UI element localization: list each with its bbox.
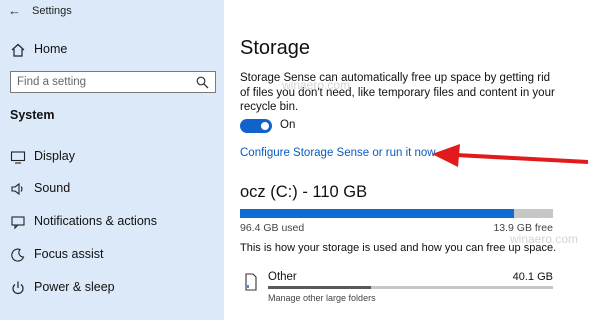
red-arrow-annotation bbox=[432, 144, 589, 167]
usage-hint: This is how your storage is used and how… bbox=[240, 242, 557, 254]
configure-storage-sense-link[interactable]: Configure Storage Sense or run it now bbox=[240, 147, 436, 159]
power-icon bbox=[12, 281, 24, 295]
toggle-knob bbox=[261, 122, 269, 130]
sidebar-item-focus-assist[interactable]: Focus assist bbox=[0, 243, 224, 267]
search-icon[interactable] bbox=[196, 76, 209, 89]
sidebar-item-home[interactable]: Home bbox=[0, 38, 224, 62]
search-input[interactable] bbox=[17, 75, 177, 89]
drive-usage-fill bbox=[240, 209, 514, 218]
title-bar: ← Settings bbox=[0, 0, 224, 22]
used-space-label: 96.4 GB used bbox=[240, 222, 305, 234]
focus-assist-icon bbox=[11, 248, 25, 262]
sidebar-item-label: Notifications & actions bbox=[34, 214, 157, 228]
sidebar-item-display[interactable]: Display bbox=[0, 145, 224, 169]
drive-usage-bar[interactable] bbox=[240, 209, 553, 218]
app-title: Settings bbox=[32, 5, 72, 17]
category-usage-bar bbox=[268, 286, 553, 289]
search-box[interactable] bbox=[10, 71, 216, 93]
category-size: 40.1 GB bbox=[512, 271, 553, 283]
category-usage-fill bbox=[268, 286, 371, 289]
watermark-text: winaero.com bbox=[510, 232, 579, 246]
display-icon bbox=[10, 151, 26, 164]
sidebar-item-sound[interactable]: Sound bbox=[0, 177, 224, 201]
watermark-text: winaero.com bbox=[282, 78, 351, 92]
sidebar-item-power-sleep[interactable]: Power & sleep bbox=[0, 276, 224, 300]
category-name[interactable]: Other bbox=[268, 271, 297, 283]
notifications-icon bbox=[11, 216, 25, 230]
sidebar-item-notifications[interactable]: Notifications & actions bbox=[0, 210, 224, 234]
category-subtitle: Manage other large folders bbox=[268, 293, 376, 303]
section-title: System bbox=[10, 108, 55, 122]
page-title: Storage bbox=[240, 37, 311, 59]
sidebar-item-label: Power & sleep bbox=[34, 280, 115, 294]
sidebar-item-label: Home bbox=[34, 42, 68, 56]
drive-title: ocz (C:) - 110 GB bbox=[240, 183, 368, 201]
back-arrow-icon[interactable]: ← bbox=[8, 3, 26, 19]
home-icon bbox=[11, 43, 25, 57]
sidebar-item-label: Display bbox=[34, 149, 75, 163]
sidebar-item-label: Focus assist bbox=[34, 247, 104, 261]
toggle-state-label: On bbox=[280, 119, 296, 131]
storage-sense-toggle[interactable] bbox=[240, 119, 272, 133]
sound-icon bbox=[11, 182, 23, 196]
sidebar-item-label: Sound bbox=[34, 181, 71, 195]
folder-document-icon[interactable] bbox=[244, 273, 258, 291]
settings-sidebar: ← Settings Home System Display Sound bbox=[0, 0, 224, 320]
